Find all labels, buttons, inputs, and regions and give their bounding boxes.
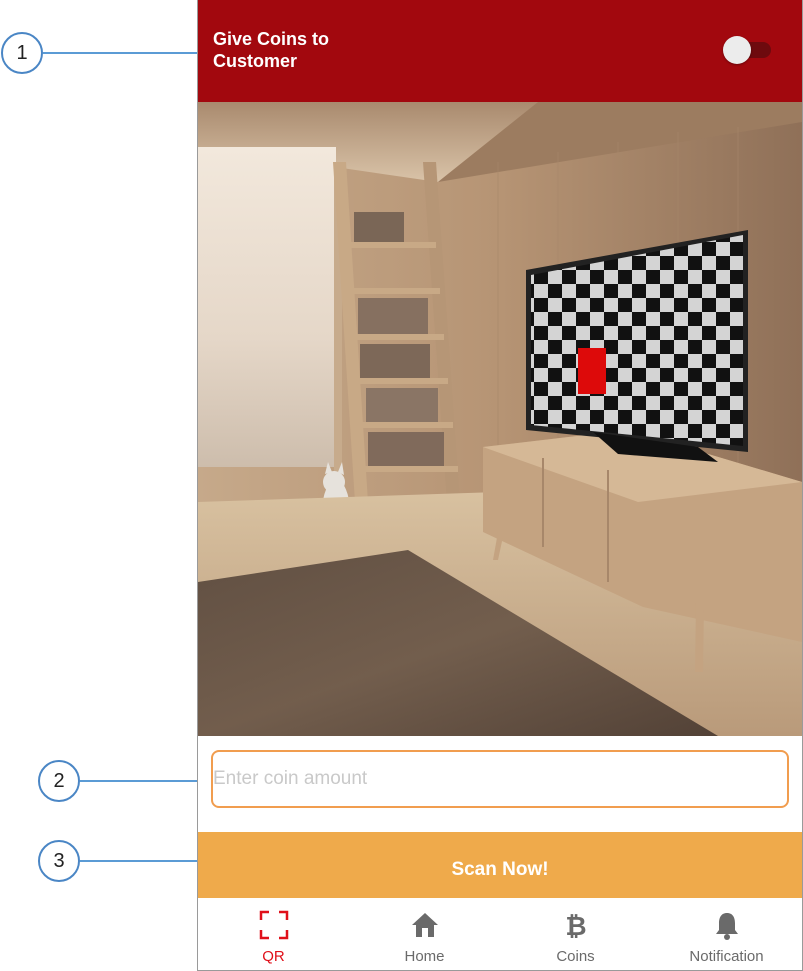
phone-screen: Give Coins to Customer Enter coin amount… [197,0,803,971]
callout-number: 3 [38,840,80,882]
scan-now-label: Scan Now! [451,858,549,880]
nav-item-home[interactable]: Home [349,898,500,970]
header-title: Give Coins to Customer [213,29,330,71]
scan-now-button[interactable]: Scan Now! [198,832,802,898]
camera-preview [198,102,802,736]
bottom-navigation: QR Home ₿ Coins Notification [198,898,802,970]
callout-number: 2 [38,760,80,802]
svg-text:₿: ₿ [565,912,586,940]
nav-label: Home [404,948,445,965]
nav-label: Coins [556,948,595,965]
nav-item-qr[interactable]: QR [198,898,349,970]
home-icon [408,908,442,942]
coin-amount-field[interactable] [211,750,789,808]
qr-scan-icon [257,908,291,942]
bell-icon [710,908,744,942]
callout-number: 1 [1,32,43,74]
nav-label: QR [262,948,285,965]
coin-amount-input[interactable] [213,752,787,806]
toggle-knob [723,36,751,64]
nav-label: Notification [689,948,764,965]
nav-item-coins[interactable]: ₿ Coins [500,898,651,970]
nav-item-notification[interactable]: Notification [651,898,802,970]
give-coins-toggle[interactable] [723,36,773,64]
app-header: Give Coins to Customer [198,0,802,102]
camera-scene-image [198,102,802,736]
bitcoin-icon: ₿ [559,908,593,942]
